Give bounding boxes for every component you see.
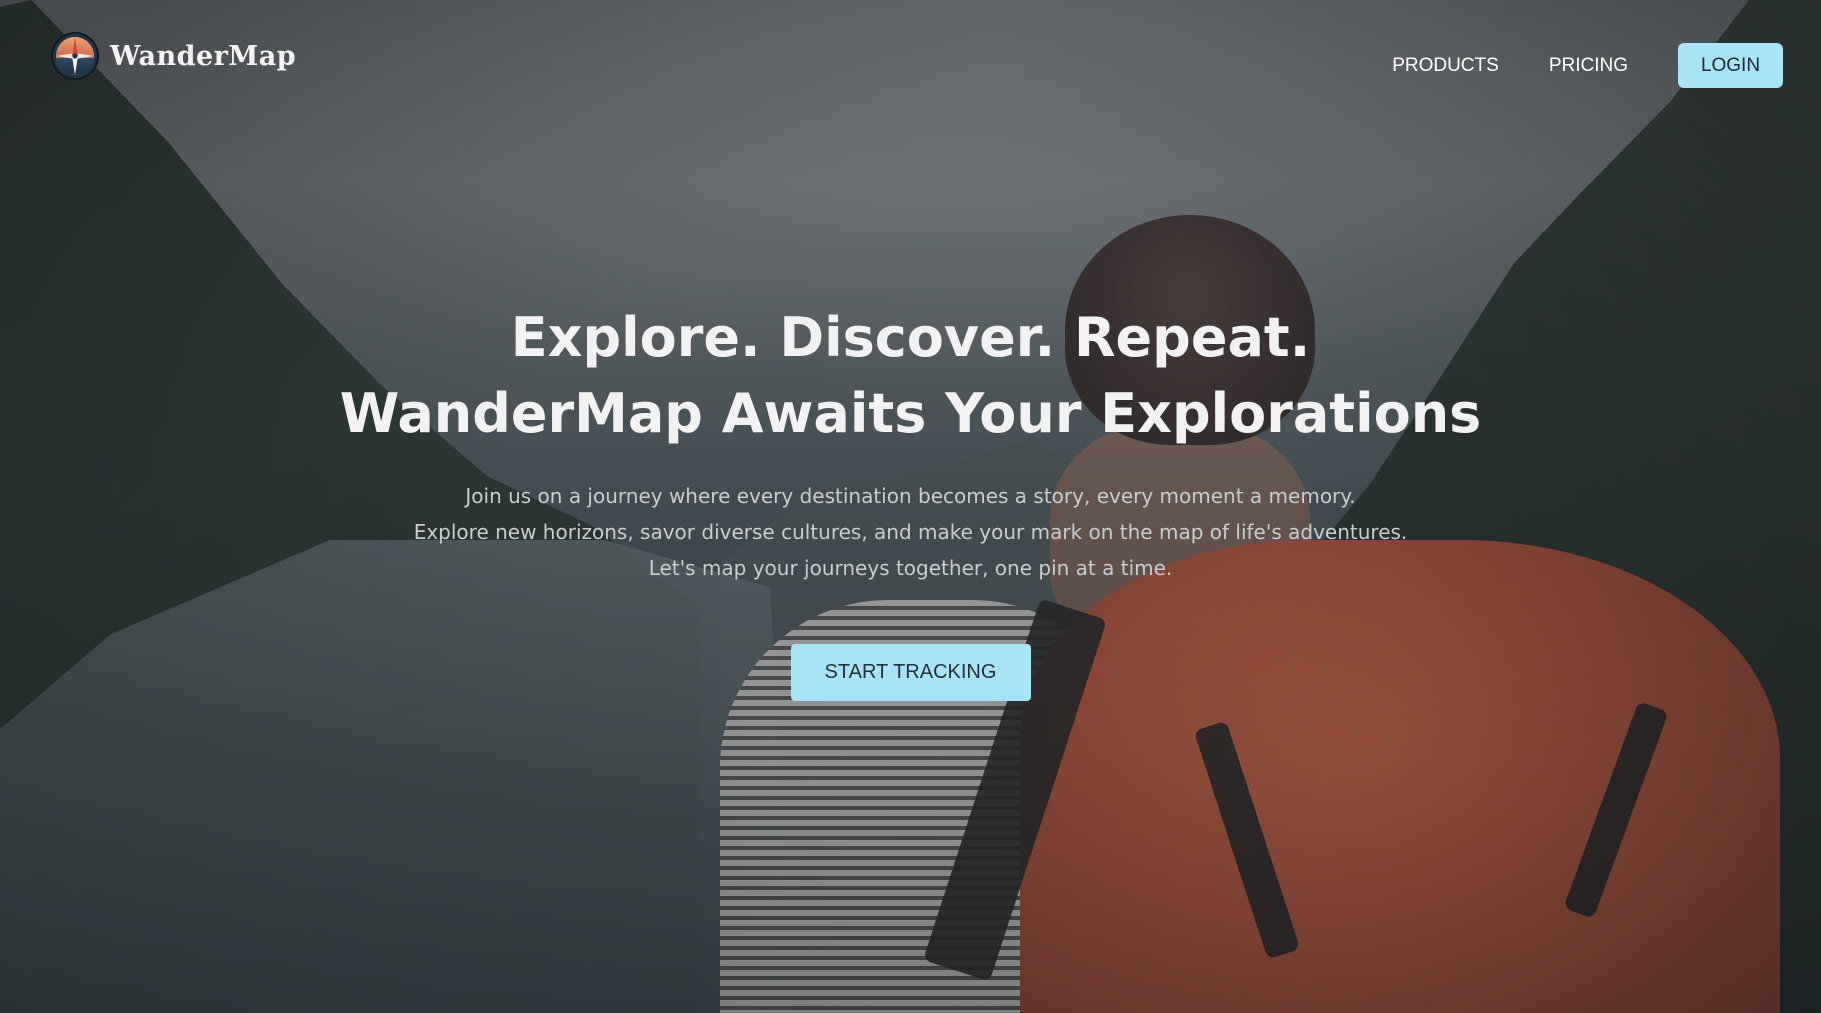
brand-name: WanderMap xyxy=(110,40,297,72)
headline-line-1: Explore. Discover. Repeat. xyxy=(510,306,1311,369)
hero-section: Explore. Discover. Repeat. WanderMap Awa… xyxy=(0,300,1821,701)
main-navigation: PRODUCTS PRICING LOGIN xyxy=(1392,43,1783,88)
brand-logo-link[interactable]: WanderMap xyxy=(50,31,296,81)
nav-link-pricing[interactable]: PRICING xyxy=(1549,55,1628,77)
nav-link-products[interactable]: PRODUCTS xyxy=(1392,55,1499,77)
site-header: WanderMap PRODUCTS PRICING LOGIN xyxy=(0,0,1821,120)
hero-headline: Explore. Discover. Repeat. WanderMap Awa… xyxy=(0,300,1821,452)
description-line-3: Let's map your journeys together, one pi… xyxy=(648,556,1173,580)
description-line-1: Join us on a journey where every destina… xyxy=(465,484,1356,508)
hero-description: Join us on a journey where every destina… xyxy=(311,478,1511,586)
headline-line-2: WanderMap Awaits Your Explorations xyxy=(339,382,1482,445)
description-line-2: Explore new horizons, savor diverse cult… xyxy=(413,520,1408,544)
login-button[interactable]: LOGIN xyxy=(1678,43,1783,88)
start-tracking-button[interactable]: START TRACKING xyxy=(790,644,1031,701)
compass-icon xyxy=(51,32,99,80)
